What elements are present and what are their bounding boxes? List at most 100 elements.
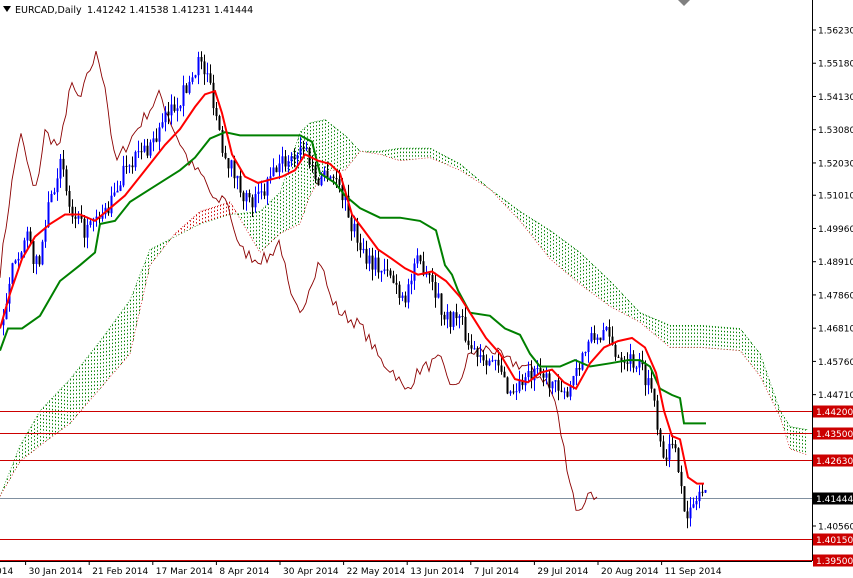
- x-tick-label: 8 Jan 2014: [0, 567, 13, 577]
- candle-body: [407, 284, 410, 303]
- candle-body: [665, 457, 668, 460]
- candle-body: [131, 165, 134, 168]
- candle-body: [686, 511, 689, 519]
- candle-body: [170, 104, 173, 116]
- candle-body: [194, 75, 197, 78]
- candle-body: [428, 273, 431, 276]
- y-tick-label: 1.55180: [818, 60, 853, 70]
- candle-body: [401, 295, 404, 298]
- x-tick-label: 20 Aug 2014: [601, 567, 659, 577]
- candle-body: [689, 507, 692, 519]
- candle-body: [350, 217, 353, 232]
- y-tick-label: 1.47860: [818, 291, 853, 301]
- candle-body: [509, 391, 512, 394]
- candle-body: [296, 155, 299, 159]
- candle-body: [647, 378, 650, 386]
- candle-body: [416, 255, 419, 264]
- candle-body: [245, 193, 248, 202]
- candle-body: [515, 391, 518, 393]
- candle-body: [29, 231, 32, 241]
- candle-body: [164, 111, 167, 123]
- candle-body: [683, 486, 686, 512]
- x-tick-label: 21 Feb 2014: [92, 567, 148, 577]
- level-price-tag-label: 1.43500: [816, 430, 853, 440]
- x-tick-label: 7 Jul 2014: [474, 567, 519, 577]
- candle-body: [212, 82, 215, 109]
- x-tick-label: 8 Apr 2014: [219, 567, 269, 577]
- candle-body: [74, 216, 77, 219]
- candle-body: [473, 348, 476, 350]
- candle-body: [458, 316, 461, 319]
- candle-body: [380, 270, 383, 273]
- candle-body: [338, 179, 341, 185]
- candle-body: [461, 316, 464, 317]
- candle-body: [269, 176, 272, 179]
- candle-body: [437, 293, 440, 298]
- candle-body: [149, 142, 152, 156]
- candle-body: [158, 127, 161, 142]
- candle-body: [680, 471, 683, 487]
- candle-body: [287, 161, 290, 167]
- candle-body: [695, 501, 698, 505]
- candle-body: [218, 116, 221, 130]
- candle-body: [551, 381, 554, 389]
- candle-body: [398, 284, 401, 298]
- candle-body: [506, 377, 509, 394]
- candle-body: [449, 311, 452, 327]
- candle-body: [227, 158, 230, 169]
- candle-body: [668, 443, 671, 460]
- candle-body: [602, 330, 605, 341]
- candle-body: [263, 191, 266, 196]
- candle-body: [179, 105, 182, 109]
- candle-body: [470, 345, 473, 349]
- y-tick-label: 1.52030: [818, 159, 853, 169]
- x-tick-label: 22 May 2014: [347, 567, 406, 577]
- candle-body: [584, 352, 587, 354]
- candle-body: [128, 165, 131, 167]
- candle-body: [674, 444, 677, 449]
- candle-body: [455, 312, 458, 319]
- candle-body: [593, 333, 596, 340]
- candle-body: [557, 380, 560, 391]
- candle-body: [35, 256, 38, 264]
- candle-body: [503, 371, 506, 378]
- candle-body: [77, 216, 80, 219]
- candle-body: [68, 191, 71, 207]
- y-tick-label: 1.44710: [818, 391, 853, 401]
- candle-body: [605, 327, 608, 330]
- candle-body: [581, 353, 584, 370]
- candle-body: [11, 263, 14, 284]
- candle-body: [251, 197, 254, 208]
- candle-body: [404, 295, 407, 303]
- candle-body: [587, 341, 590, 352]
- candle-body: [116, 190, 119, 193]
- candle-body: [383, 269, 386, 271]
- candle-body: [701, 491, 704, 493]
- ichimoku-candlestick-chart: 1.56230 1.55180 1.54130 1.53080 1.52030 1.510…: [0, 0, 853, 578]
- chart-background: [0, 0, 853, 578]
- y-tick-label: 1.54130: [818, 93, 853, 103]
- candle-body: [50, 194, 53, 203]
- candle-body: [560, 390, 563, 392]
- candle-body: [260, 191, 263, 193]
- candle-body: [143, 145, 146, 152]
- candle-body: [197, 57, 200, 76]
- candle-body: [554, 380, 557, 382]
- current-price-tag-label: 1.41444: [816, 495, 853, 505]
- candle-body: [365, 248, 368, 264]
- candle-body: [305, 148, 308, 150]
- y-tick-label: 1.49960: [818, 225, 853, 235]
- candle-body: [239, 175, 242, 193]
- candle-body: [317, 178, 320, 186]
- candle-body: [155, 138, 158, 142]
- candle-body: [122, 165, 125, 186]
- candle-body: [32, 241, 35, 264]
- candle-body: [692, 504, 695, 508]
- candle-body: [494, 359, 497, 361]
- candle-body: [389, 270, 392, 276]
- candle-body: [62, 158, 65, 170]
- candle-body: [482, 355, 485, 361]
- y-tick-label: 1.56230: [818, 27, 853, 37]
- candle-body: [698, 491, 701, 502]
- candle-body: [26, 231, 29, 241]
